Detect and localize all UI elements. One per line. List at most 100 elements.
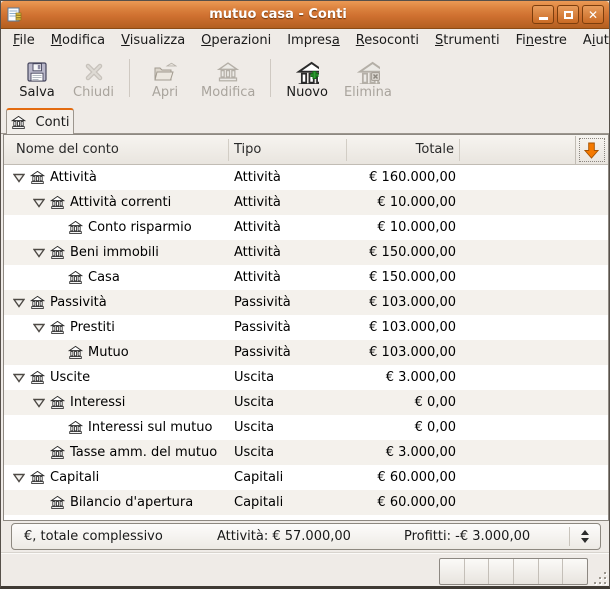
progress-cell xyxy=(563,559,587,584)
expander-icon[interactable] xyxy=(12,373,26,383)
expander-icon[interactable] xyxy=(32,398,46,408)
account-name: Interessi xyxy=(70,395,126,410)
column-separator[interactable] xyxy=(346,139,347,161)
delete-account-button: Elimina xyxy=(336,54,400,102)
row-uscite[interactable]: Uscite Uscita € 3.000,00 xyxy=(4,365,608,390)
new-bank-plus-icon xyxy=(294,59,320,85)
resize-grip[interactable] xyxy=(593,571,606,584)
row-mutuo[interactable]: Mutuo Passività € 103.000,00 xyxy=(4,340,608,365)
close-x-icon xyxy=(81,59,107,85)
expander-icon[interactable] xyxy=(32,198,46,208)
row-conto-risparmio[interactable]: Conto risparmio Attività € 10.000,00 xyxy=(4,215,608,240)
save-label: Salva xyxy=(19,85,55,100)
minimize-button[interactable] xyxy=(532,5,554,24)
tab-label: Conti xyxy=(35,114,70,130)
account-type: Uscita xyxy=(234,370,275,385)
account-type: Uscita xyxy=(234,395,275,410)
row-casa[interactable]: Casa Attività € 150.000,00 xyxy=(4,265,608,290)
edit-account-button: Modifica xyxy=(193,54,263,102)
account-name: Casa xyxy=(88,270,120,285)
new-label: Nuovo xyxy=(286,85,328,100)
row-capitali[interactable]: Capitali Capitali € 60.000,00 xyxy=(4,465,608,490)
menu-resoconti[interactable]: Resoconti xyxy=(348,31,427,50)
expander-icon[interactable] xyxy=(32,248,46,258)
menu-finestre[interactable]: Finestre xyxy=(508,31,575,50)
bank-icon xyxy=(50,245,65,260)
account-total: € 0,00 xyxy=(414,395,456,410)
account-total: € 60.000,00 xyxy=(377,495,456,510)
floppy-save-icon xyxy=(24,59,50,85)
bank-icon xyxy=(50,495,65,510)
toolbar-separator xyxy=(129,59,131,97)
progress-cell xyxy=(465,559,490,584)
summary-bar-combobox[interactable]: €, totale complessivo Attività: € 57.000… xyxy=(11,523,601,550)
column-header-total[interactable]: Totale xyxy=(346,135,454,164)
new-account-button[interactable]: Nuovo xyxy=(278,54,336,102)
bank-icon xyxy=(68,420,83,435)
account-type: Uscita xyxy=(234,445,275,460)
account-total: € 60.000,00 xyxy=(377,470,456,485)
expander-icon[interactable] xyxy=(12,298,26,308)
save-button[interactable]: Salva xyxy=(9,54,65,102)
account-name: Mutuo xyxy=(88,345,129,360)
maximize-button[interactable] xyxy=(557,5,579,24)
row-beni-immobili[interactable]: Beni immobili Attività € 150.000,00 xyxy=(4,240,608,265)
orange-down-arrow-icon xyxy=(578,138,605,162)
account-type: Attività xyxy=(234,195,281,210)
progress-cell xyxy=(539,559,564,584)
expander-icon[interactable] xyxy=(12,473,26,483)
row-prestiti[interactable]: Prestiti Passività € 103.000,00 xyxy=(4,315,608,340)
expander-icon[interactable] xyxy=(32,323,46,333)
row-attivita[interactable]: Attività Attività € 160.000,00 xyxy=(4,165,608,190)
bank-icon xyxy=(30,295,45,310)
column-separator[interactable] xyxy=(459,139,460,161)
row-tasse-amm-del-mutuo[interactable]: Tasse amm. del mutuo Uscita € 3.000,00 xyxy=(4,440,608,465)
bank-icon xyxy=(11,115,26,130)
account-total: € 150.000,00 xyxy=(369,270,456,285)
row-passivita[interactable]: Passività Passività € 103.000,00 xyxy=(4,290,608,315)
account-type: Attività xyxy=(234,170,281,185)
account-total: € 10.000,00 xyxy=(377,220,456,235)
menu-file[interactable]: File xyxy=(5,31,43,50)
progress-cell xyxy=(514,559,539,584)
bank-icon xyxy=(30,170,45,185)
account-type: Passività xyxy=(234,345,291,360)
menu-visualizza[interactable]: Visualizza xyxy=(113,31,193,50)
bank-icon xyxy=(68,270,83,285)
account-name: Uscite xyxy=(50,370,91,385)
row-attivita-correnti[interactable]: Attività correnti Attività € 10.000,00 xyxy=(4,190,608,215)
toolbar-separator xyxy=(270,59,272,97)
tab-conti[interactable]: Conti xyxy=(6,108,74,134)
account-type: Passività xyxy=(234,295,291,310)
menu-operazioni[interactable]: Operazioni xyxy=(193,31,279,50)
bank-icon xyxy=(50,320,65,335)
bank-icon xyxy=(50,445,65,460)
summary-spinner-button[interactable] xyxy=(577,524,593,549)
account-total: € 103.000,00 xyxy=(369,295,456,310)
progress-cell xyxy=(440,559,465,584)
menu-impresa[interactable]: Impresa xyxy=(279,31,348,50)
account-type: Attività xyxy=(234,270,281,285)
close-button[interactable]: ✕ xyxy=(582,5,604,24)
close-label: Chiudi xyxy=(73,85,115,100)
row-bilancio-dapertura[interactable]: Bilancio d'apertura Capitali € 60.000,00 xyxy=(4,490,608,515)
column-separator[interactable] xyxy=(228,139,229,161)
row-interessi[interactable]: Interessi Uscita € 0,00 xyxy=(4,390,608,415)
summary-separator xyxy=(569,527,570,546)
gnucash-window: mutuo casa - Conti ✕ File Modifica Visua… xyxy=(0,0,610,589)
toolbar: Salva Chiudi Apri Modifica Nuovo Elimina xyxy=(1,51,609,105)
row-interessi-sul-mutuo[interactable]: Interessi sul mutuo Uscita € 0,00 xyxy=(4,415,608,440)
account-type: Attività xyxy=(234,245,281,260)
menu-strumenti[interactable]: Strumenti xyxy=(427,31,508,50)
column-header-type[interactable]: Tipo xyxy=(234,135,261,164)
account-type: Passività xyxy=(234,320,291,335)
accounts-tree: Nome del conto Tipo Totale Attività Atti… xyxy=(3,134,609,521)
menu-modifica[interactable]: Modifica xyxy=(43,31,113,50)
delete-label: Elimina xyxy=(343,85,392,100)
menu-aiuto[interactable]: Aiuto xyxy=(575,31,609,50)
progress-bar xyxy=(439,558,588,585)
column-options-button[interactable] xyxy=(575,136,607,164)
open-account-button: Apri xyxy=(137,54,193,102)
column-header-name[interactable]: Nome del conto xyxy=(16,135,119,164)
expander-icon[interactable] xyxy=(12,173,26,183)
